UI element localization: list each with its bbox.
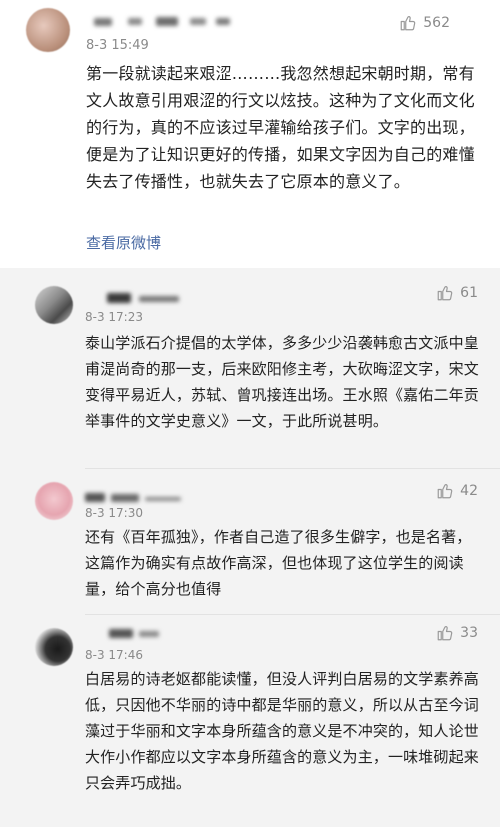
thumb-up-icon: [437, 626, 453, 641]
like-count: 562: [423, 15, 450, 31]
like-count: 61: [460, 285, 478, 301]
reply-time: 8-3 17:23: [85, 310, 143, 324]
username-redacted[interactable]: [85, 490, 195, 504]
reply-time: 8-3 17:30: [85, 506, 143, 520]
reply-text: 泰山学派石介提倡的太学体，多多少少沿袭韩愈古文派中皇甫湜尚奇的那一支，后来欧阳修…: [85, 334, 479, 430]
avatar[interactable]: [35, 482, 73, 520]
reply-item: 8-3 17:46 33 白居易的诗老妪都能读懂，但没人评判白居易的文学素养高低…: [0, 616, 500, 827]
thumb-up-icon: [400, 16, 416, 31]
like-button[interactable]: 42: [436, 482, 478, 500]
weibo-comment-thread: 8-3 15:49 562 第一段就读起来艰涩………我忽然想起宋朝时期，常有文人…: [0, 0, 500, 827]
like-button[interactable]: 562: [399, 14, 450, 32]
reply-text: 白居易的诗老妪都能读懂，但没人评判白居易的文学素养高低，只因他不华丽的诗中都是华…: [85, 670, 479, 792]
reply-item: 8-3 17:23 61 泰山学派石介提倡的太学体，多多少少沿袭韩愈古文派中皇甫…: [0, 268, 500, 469]
main-comment: 8-3 15:49 562 第一段就读起来艰涩………我忽然想起宋朝时期，常有文人…: [0, 0, 500, 268]
username-redacted[interactable]: [85, 290, 195, 304]
like-count: 42: [460, 483, 478, 499]
reply-list: 8-3 17:23 61 泰山学派石介提倡的太学体，多多少少沿袭韩愈古文派中皇甫…: [0, 268, 500, 827]
view-original-link[interactable]: 查看原微博: [86, 232, 161, 253]
like-button[interactable]: 33: [436, 624, 478, 642]
comment-text: 第一段就读起来艰涩………我忽然想起宋朝时期，常有文人故意引用艰涩的行文以炫技。这…: [86, 64, 475, 191]
avatar[interactable]: [35, 628, 73, 666]
avatar[interactable]: [26, 8, 70, 52]
like-button[interactable]: 61: [436, 284, 478, 302]
avatar[interactable]: [35, 286, 73, 324]
username-redacted[interactable]: [86, 14, 236, 30]
comment-time: 8-3 15:49: [86, 38, 149, 53]
reply-text: 还有《百年孤独》，作者自己造了很多生僻字，也是名著，这篇作为确实有点故作高深，但…: [85, 528, 472, 598]
thumb-up-icon: [437, 484, 453, 499]
reply-item: 8-3 17:30 42 还有《百年孤独》，作者自己造了很多生僻字，也是名著，这…: [0, 470, 500, 615]
divider: [85, 468, 500, 469]
divider: [85, 614, 500, 615]
like-count: 33: [460, 625, 478, 641]
username-redacted[interactable]: [85, 626, 195, 640]
thumb-up-icon: [437, 286, 453, 301]
reply-time: 8-3 17:46: [85, 648, 143, 662]
